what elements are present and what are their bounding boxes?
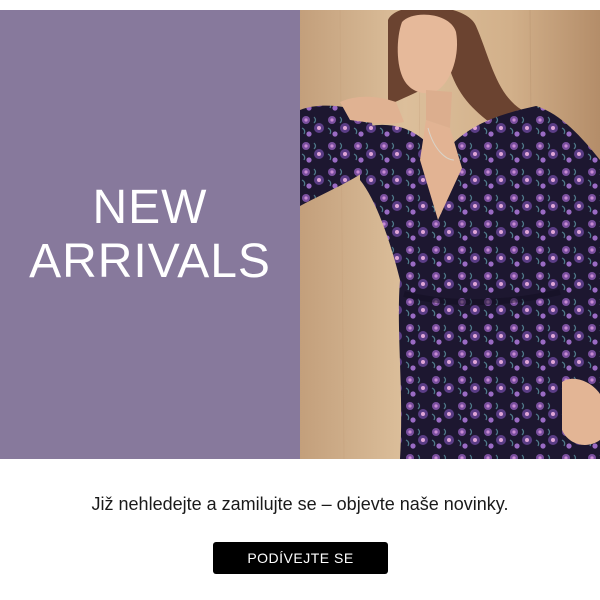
model-photo-illustration (300, 10, 600, 459)
tagline: Již nehledejte a zamilujte se – objevte … (91, 494, 509, 514)
hero-photo[interactable] (300, 10, 600, 459)
headline-line-1: NEW (92, 180, 208, 234)
newsletter-page: NEW ARRIVALS Již nehledejte a zamilujte … (0, 0, 600, 600)
hero-banner[interactable]: NEW ARRIVALS (0, 10, 600, 459)
view-new-arrivals-button[interactable]: PODÍVEJTE SE (213, 542, 388, 574)
headline-panel: NEW ARRIVALS (0, 10, 300, 459)
headline-line-2: ARRIVALS (29, 234, 271, 288)
headline: NEW ARRIVALS (29, 181, 271, 289)
